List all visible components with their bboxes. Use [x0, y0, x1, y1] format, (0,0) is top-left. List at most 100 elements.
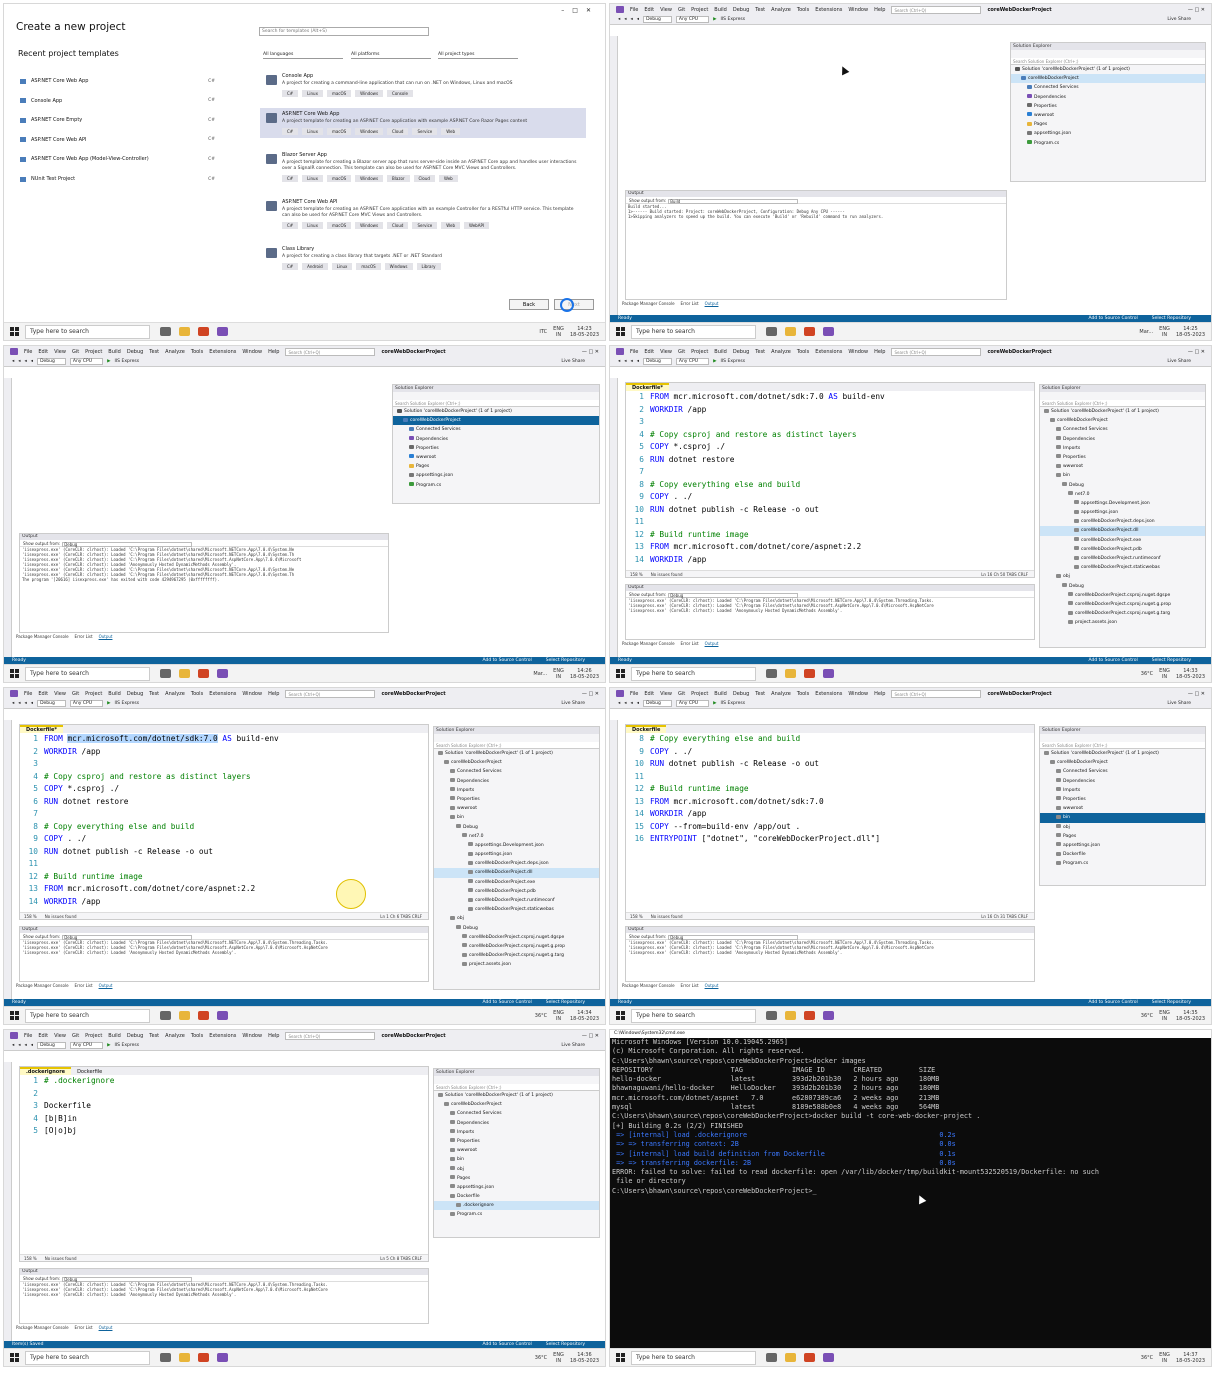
undo-icon[interactable]: ◂ [637, 17, 639, 22]
menu-item-git[interactable]: Git [72, 691, 79, 697]
clock[interactable]: 14:37 18-05-2023 [1176, 1352, 1205, 1364]
taskbar-search-input[interactable]: Type here to search [631, 324, 756, 339]
clock[interactable]: 14:36 18-05-2023 [570, 1352, 599, 1364]
tree-item[interactable]: Program.cs [1011, 139, 1205, 148]
sql-server-explorer-sidebar[interactable] [4, 378, 12, 657]
tree-item[interactable]: coreWebDockerProject [1011, 74, 1205, 84]
taskbar-search-input[interactable]: Type here to search [25, 1350, 150, 1365]
undo-icon[interactable]: ◂ [637, 701, 639, 706]
solution-explorer-search[interactable]: Search Solution Explorer (Ctrl+;) [434, 742, 599, 749]
vs-search-input[interactable]: Search (Ctrl+Q) [285, 689, 376, 698]
tree-item[interactable]: coreWebDockerProject.csproj.nuget.g.prop [1040, 600, 1205, 609]
menu-item-edit[interactable]: Edit [644, 7, 654, 13]
menu-item-help[interactable]: Help [874, 691, 885, 697]
tree-item[interactable]: Pages [434, 1174, 599, 1183]
office-icon[interactable] [804, 1011, 815, 1020]
file-explorer-icon[interactable] [785, 669, 796, 678]
select-repository-button[interactable]: Select Repository [1152, 316, 1191, 321]
bottom-tab[interactable]: Output [99, 1324, 113, 1331]
back-icon[interactable]: ◂ [618, 17, 620, 22]
office-icon[interactable] [198, 1353, 209, 1362]
tree-item[interactable]: Solution 'coreWebDockerProject' (1 of 1 … [434, 1091, 599, 1100]
add-source-control-button[interactable]: Add to Source Control [483, 658, 532, 663]
tree-item[interactable]: wwwroot [434, 1146, 599, 1155]
taskbar-search-input[interactable]: Type here to search [631, 1350, 756, 1365]
visual-studio-icon[interactable] [217, 327, 228, 336]
menu-item-build[interactable]: Build [714, 7, 727, 13]
menu-item-git[interactable]: Git [678, 7, 685, 13]
code-editor[interactable]: .dockerignore Dockerfile 1 # .dockerignore 2… [19, 1066, 429, 1262]
menu-item-build[interactable]: Build [108, 1033, 121, 1039]
menu-item-window[interactable]: Window [242, 691, 262, 697]
bottom-tab[interactable]: Output [705, 300, 719, 307]
undo-icon[interactable]: ◂ [31, 701, 33, 706]
run-icon[interactable]: ▶ [713, 17, 716, 22]
save-icon[interactable]: ◂ [25, 1043, 27, 1048]
tree-item[interactable]: Debug [434, 924, 599, 933]
menu-item-help[interactable]: Help [874, 7, 885, 13]
menu-item-edit[interactable]: Edit [644, 349, 654, 355]
windows-start-icon[interactable] [10, 1011, 19, 1020]
file-explorer-icon[interactable] [785, 1011, 796, 1020]
tree-item[interactable]: Connected Services [393, 425, 599, 434]
tree-item[interactable]: appsettings.json [1040, 841, 1205, 850]
menu-item-window[interactable]: Window [242, 349, 262, 355]
language-indicator[interactable]: ENG IN [553, 1010, 564, 1022]
menu-item-file[interactable]: File [24, 691, 32, 697]
tree-item[interactable]: coreWebDockerProject [1040, 758, 1205, 767]
clock[interactable]: 14:23 18-05-2023 [570, 326, 599, 338]
menu-item-edit[interactable]: Edit [38, 349, 48, 355]
tree-item[interactable]: project.assets.json [434, 960, 599, 969]
menu-item-test[interactable]: Test [149, 691, 159, 697]
visual-studio-icon[interactable] [217, 1353, 228, 1362]
output-source-dropdown[interactable]: Build [668, 198, 799, 204]
tree-item[interactable]: Dependencies [1011, 93, 1205, 102]
tree-item[interactable]: Program.cs [393, 481, 599, 490]
recent-template-item[interactable]: ASP.NET Core Web App (Model-View-Control… [20, 156, 215, 162]
recent-template-item[interactable]: NUnit Test Project C# [20, 176, 215, 182]
run-target-button[interactable]: IIS Express [721, 701, 746, 706]
menu-item-view[interactable]: View [660, 7, 672, 13]
visual-studio-icon[interactable] [217, 1011, 228, 1020]
tree-item[interactable]: Pages [393, 462, 599, 471]
taskbar-search-input[interactable]: Type here to search [25, 1008, 150, 1023]
back-button[interactable]: Back [509, 299, 549, 310]
window-controls[interactable]: –□✕ [561, 7, 599, 14]
tree-item[interactable]: bin [434, 813, 599, 822]
tree-item[interactable]: coreWebDockerProject.exe [434, 878, 599, 887]
office-icon[interactable] [804, 327, 815, 336]
tree-item[interactable]: appsettings.Development.json [1040, 499, 1205, 508]
forward-icon[interactable]: ◂ [624, 701, 626, 706]
menu-item-project[interactable]: Project [691, 691, 708, 697]
tree-item[interactable]: wwwroot [1040, 462, 1205, 471]
sql-server-explorer-sidebar[interactable] [610, 720, 618, 999]
vs-search-input[interactable]: Search (Ctrl+Q) [891, 689, 982, 698]
menu-item-file[interactable]: File [24, 349, 32, 355]
windows-start-icon[interactable] [616, 1353, 625, 1362]
bottom-tab[interactable]: Package Manager Console [16, 1324, 69, 1331]
tree-item[interactable]: Dependencies [1040, 435, 1205, 444]
menu-item-window[interactable]: Window [848, 691, 868, 697]
template-search-input[interactable]: Search for templates (Alt+S) [259, 27, 429, 36]
select-repository-button[interactable]: Select Repository [1152, 1000, 1191, 1005]
language-filter[interactable]: All languages [263, 51, 343, 59]
menu-item-analyze[interactable]: Analyze [165, 349, 185, 355]
tree-item[interactable]: Properties [1011, 102, 1205, 111]
code-editor[interactable]: Dockerfile* 1 FROM mcr.microsoft.com/dotne… [625, 382, 1035, 578]
add-source-control-button[interactable]: Add to Source Control [483, 1000, 532, 1005]
menu-item-build[interactable]: Build [108, 691, 121, 697]
menu-item-git[interactable]: Git [678, 349, 685, 355]
tree-item[interactable]: coreWebDockerProject.csproj.nuget.g.targ [1040, 609, 1205, 618]
undo-icon[interactable]: ◂ [31, 1043, 33, 1048]
configuration-dropdown[interactable]: Debug [643, 358, 672, 365]
tree-item[interactable]: appsettings.Development.json [434, 841, 599, 850]
window-controls[interactable]: — □ ✕ [1188, 7, 1211, 13]
live-share-button[interactable]: Live Share [561, 701, 605, 706]
menu-item-project[interactable]: Project [85, 691, 102, 697]
office-icon[interactable] [804, 1353, 815, 1362]
tree-item[interactable]: Dependencies [434, 1119, 599, 1128]
tree-item[interactable]: coreWebDockerProject.csproj.nuget.dgspe [1040, 591, 1205, 600]
vs-search-input[interactable]: Search (Ctrl+Q) [285, 347, 376, 356]
tree-item[interactable]: Program.cs [1040, 859, 1205, 868]
select-repository-button[interactable]: Select Repository [546, 1000, 585, 1005]
